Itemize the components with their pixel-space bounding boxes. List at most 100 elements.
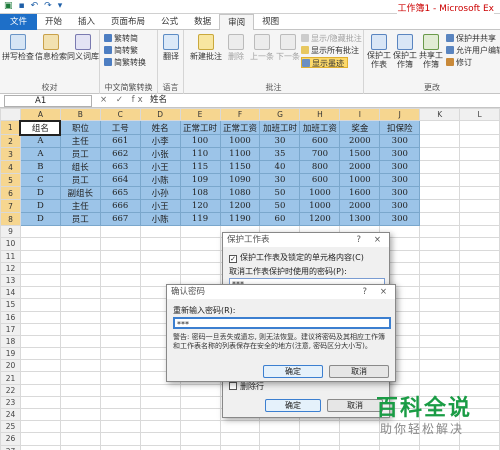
cell[interactable] (19, 310, 61, 324)
cell[interactable]: 300 (379, 173, 421, 188)
cell[interactable]: 600 (299, 173, 341, 188)
cell[interactable]: 姓名 (139, 120, 181, 136)
cell[interactable]: 600 (299, 134, 341, 149)
cell[interactable]: 职位 (59, 120, 101, 136)
protect-sheet-button[interactable]: 保护工作表 (366, 34, 392, 69)
cell[interactable]: A (19, 147, 61, 162)
cell[interactable] (179, 420, 221, 434)
cell[interactable] (459, 359, 500, 373)
next-comment-button[interactable]: 下一条 (276, 34, 300, 62)
share-workbook-button[interactable]: 共享工作簿 (418, 34, 444, 69)
cell[interactable]: 小王 (139, 160, 181, 175)
cell[interactable]: D (19, 199, 61, 214)
column-header[interactable]: K (419, 108, 461, 122)
row-header[interactable]: 13 (0, 273, 21, 288)
row-header[interactable]: 10 (0, 237, 21, 251)
cell[interactable] (219, 432, 261, 446)
cell[interactable] (59, 322, 101, 336)
cell[interactable] (419, 298, 461, 312)
cell[interactable] (179, 249, 221, 263)
cell[interactable]: 1000 (299, 199, 341, 214)
cell[interactable]: 2000 (339, 199, 381, 214)
row-header[interactable]: 5 (0, 173, 21, 188)
delete-comment-button[interactable]: 删除 (226, 34, 246, 62)
cell[interactable] (19, 371, 61, 385)
new-comment-button[interactable]: 新建批注 (188, 34, 224, 62)
cell[interactable] (179, 383, 221, 397)
cell[interactable]: 1080 (219, 186, 261, 201)
cell[interactable] (179, 237, 221, 251)
cell[interactable]: 662 (99, 147, 141, 162)
cell[interactable] (59, 359, 101, 373)
cell[interactable]: 组长 (59, 160, 101, 175)
row-header[interactable]: 19 (0, 347, 21, 361)
cell[interactable]: D (19, 186, 61, 201)
cell[interactable] (419, 225, 461, 239)
cell[interactable] (459, 134, 500, 149)
cell[interactable] (459, 199, 500, 214)
cell[interactable]: 666 (99, 199, 141, 214)
cell[interactable] (139, 395, 181, 410)
cell[interactable] (459, 347, 500, 361)
cell[interactable] (19, 249, 61, 263)
cell[interactable]: 小王 (139, 199, 181, 214)
cell[interactable] (419, 371, 461, 385)
row-header[interactable]: 4 (0, 160, 21, 175)
cell[interactable]: 1000 (219, 134, 261, 149)
cell[interactable]: 50 (259, 186, 301, 201)
cell[interactable]: 1300 (339, 212, 381, 227)
cell[interactable] (459, 147, 500, 162)
cell[interactable] (179, 395, 221, 410)
cell[interactable] (419, 134, 461, 149)
cell[interactable]: 300 (379, 212, 421, 227)
cell[interactable] (99, 286, 141, 300)
cell[interactable] (179, 261, 221, 275)
cell[interactable] (459, 120, 500, 136)
cell[interactable] (419, 334, 461, 349)
cell[interactable] (59, 432, 101, 446)
cell[interactable]: 小李 (139, 134, 181, 149)
cell[interactable]: 40 (259, 160, 301, 175)
cell[interactable] (419, 347, 461, 361)
cell[interactable]: 663 (99, 160, 141, 175)
cell[interactable] (19, 261, 61, 275)
cell[interactable]: 300 (379, 160, 421, 175)
cell[interactable]: B (19, 160, 61, 175)
cell[interactable]: 1150 (219, 160, 261, 175)
cell[interactable] (59, 261, 101, 275)
cell[interactable]: 小张 (139, 147, 181, 162)
column-header[interactable]: J (379, 108, 421, 122)
cell[interactable] (259, 432, 301, 446)
cell[interactable] (19, 395, 61, 410)
cell[interactable] (459, 334, 500, 349)
cell[interactable] (19, 444, 61, 450)
cell[interactable] (59, 225, 101, 239)
formula-content[interactable]: 姓名 (150, 95, 167, 106)
cell[interactable] (419, 173, 461, 188)
protect-workbook-button[interactable]: 保护工作簿 (392, 34, 418, 69)
protect-contents-checkbox[interactable]: ✓ 保护工作表及锁定的单元格内容(C) (229, 252, 364, 263)
cell[interactable] (419, 120, 461, 136)
cell[interactable] (19, 359, 61, 373)
cell[interactable] (139, 383, 181, 397)
cell[interactable] (139, 249, 181, 263)
cell[interactable]: 1200 (299, 212, 341, 227)
row-header[interactable]: 20 (0, 359, 21, 373)
cell[interactable] (19, 237, 61, 251)
translate-button[interactable]: 翻译 (158, 34, 184, 62)
row-header[interactable]: 12 (0, 261, 21, 275)
cell[interactable] (179, 432, 221, 446)
cell[interactable] (59, 383, 101, 397)
cell[interactable]: 奖金 (339, 120, 381, 136)
cell[interactable]: 300 (379, 199, 421, 214)
cell[interactable] (59, 310, 101, 324)
cell[interactable]: 50 (259, 199, 301, 214)
cell[interactable] (259, 444, 301, 450)
cell[interactable]: 小陈 (139, 173, 181, 188)
cell[interactable] (139, 432, 181, 446)
row-header[interactable]: 18 (0, 334, 21, 349)
cell[interactable] (59, 444, 101, 450)
cell[interactable] (59, 237, 101, 251)
help-icon[interactable]: ? (362, 285, 367, 299)
cell[interactable] (419, 237, 461, 251)
